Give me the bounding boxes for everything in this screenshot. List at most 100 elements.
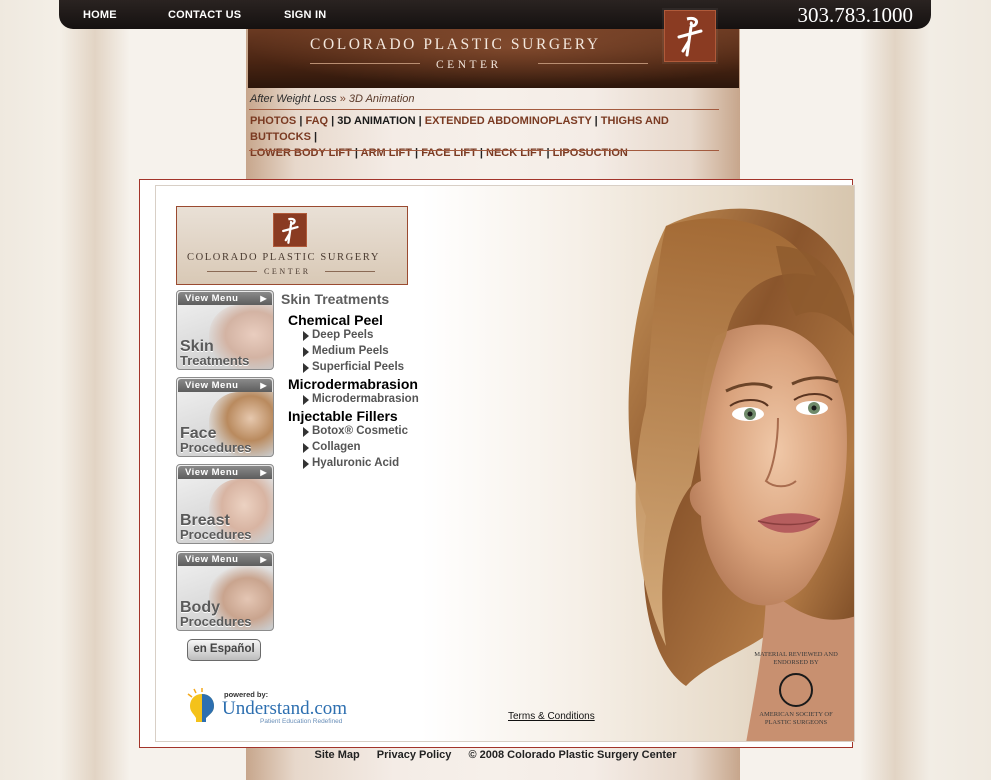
- category-skin-treatments-button[interactable]: View Menu ▶ Skin Treatments: [176, 290, 274, 370]
- category-label: Breast Procedures: [180, 513, 252, 542]
- category-word2: Procedures: [180, 527, 252, 542]
- subnav-bottom-divider: [249, 150, 719, 151]
- asps-seal-icon: [779, 673, 813, 707]
- view-menu-label: View Menu ▶: [178, 466, 272, 479]
- play-arrow-icon: [303, 331, 309, 341]
- subnav-3d-animation[interactable]: 3D ANIMATION: [337, 115, 415, 127]
- category-body-procedures-button[interactable]: View Menu ▶ Body Procedures: [176, 551, 274, 631]
- category-label: Skin Treatments: [180, 338, 250, 368]
- view-menu-text: View Menu: [185, 293, 239, 304]
- play-arrow-icon: [303, 459, 309, 469]
- panel-logo-mark-icon: [273, 213, 307, 247]
- subnav-liposuction[interactable]: LIPOSUCTION: [553, 147, 628, 159]
- menu-item-botox[interactable]: Botox® Cosmetic: [303, 425, 409, 437]
- panel-logo-title: COLORADO PLASTIC SURGERY: [187, 252, 381, 263]
- footer-privacy-link[interactable]: Privacy Policy: [377, 749, 452, 761]
- banner-subtitle: CENTER: [436, 59, 502, 71]
- subnav-neck-lift[interactable]: NECK LIFT: [486, 147, 543, 159]
- menu-item-deep-peels[interactable]: Deep Peels: [303, 329, 374, 341]
- category-word2: Procedures: [180, 440, 252, 455]
- subnav-face-lift[interactable]: FACE LIFT: [421, 147, 477, 159]
- subnav-separator: |: [418, 115, 422, 127]
- subnav-separator: |: [479, 147, 483, 159]
- subnav-top-divider: [249, 109, 719, 110]
- breadcrumb-parent-link[interactable]: After Weight Loss: [250, 93, 337, 105]
- nav-home-link[interactable]: HOME: [83, 9, 117, 21]
- menu-item-label: Microdermabrasion: [312, 393, 419, 405]
- play-arrow-icon: [303, 363, 309, 373]
- breadcrumb: After Weight Loss » 3D Animation: [250, 93, 415, 105]
- category-word2: Procedures: [180, 614, 252, 629]
- nav-contact-link[interactable]: CONTACT US: [168, 9, 241, 21]
- subnav-separator: |: [546, 147, 550, 159]
- panel-logo[interactable]: COLORADO PLASTIC SURGERY CENTER: [176, 206, 408, 285]
- menu-title: Skin Treatments: [281, 291, 390, 307]
- banner-title: COLORADO PLASTIC SURGERY: [310, 36, 601, 53]
- menu-item-hyaluronic-acid[interactable]: Hyaluronic Acid: [303, 457, 400, 469]
- category-label: Face Procedures: [180, 425, 252, 455]
- panel-logo-subtitle: CENTER: [264, 267, 311, 276]
- category-word1: Face: [180, 425, 217, 442]
- subnav-photos[interactable]: PHOTOS: [250, 115, 296, 127]
- subnav-separator: |: [594, 115, 598, 127]
- phone-number: 303.783.1000: [797, 3, 914, 27]
- subnav-separator: |: [354, 147, 358, 159]
- view-menu-label: View Menu ▶: [178, 553, 272, 566]
- understand-brand: Understand.com: [222, 698, 348, 719]
- subnav-separator: |: [313, 131, 318, 143]
- menu-item-medium-peels[interactable]: Medium Peels: [303, 345, 389, 357]
- banner-rule-left: [310, 63, 420, 64]
- menu-group-microdermabrasion[interactable]: Microdermabrasion: [288, 376, 418, 392]
- play-arrow-icon: [303, 395, 309, 405]
- view-menu-label: View Menu ▶: [178, 379, 272, 392]
- subnav-lower-body-lift[interactable]: LOWER BODY LIFT: [250, 147, 352, 159]
- top-navigation-bar: HOME CONTACT US SIGN IN 303.783.1000: [59, 0, 931, 29]
- view-menu-text: View Menu: [185, 380, 239, 391]
- menu-item-label: Collagen: [312, 441, 361, 453]
- category-word1: Skin: [180, 338, 214, 355]
- footer-sitemap-link[interactable]: Site Map: [315, 749, 360, 761]
- nav-signin-link[interactable]: SIGN IN: [284, 9, 326, 21]
- category-word2: Treatments: [180, 353, 250, 368]
- logo-mark-icon[interactable]: [664, 10, 716, 62]
- play-arrow-icon: ▶: [260, 294, 267, 303]
- subnav-faq[interactable]: FAQ: [305, 115, 328, 127]
- asps-bottom-text: AMERICAN SOCIETY OF PLASTIC SURGEONS: [759, 711, 833, 726]
- menu-group-chemical-peel[interactable]: Chemical Peel: [288, 312, 383, 328]
- menu-item-label: Hyaluronic Acid: [312, 457, 400, 469]
- view-menu-label: View Menu ▶: [178, 292, 272, 305]
- play-arrow-icon: [303, 347, 309, 357]
- menu-item-microdermabrasion[interactable]: Microdermabrasion: [303, 393, 419, 405]
- category-label: Body Procedures: [180, 599, 252, 629]
- subnav-arm-lift[interactable]: ARM LIFT: [361, 147, 412, 159]
- asps-top-text: MATERIAL REVIEWED AND ENDORSED BY: [754, 651, 838, 666]
- play-arrow-icon: ▶: [260, 381, 267, 390]
- banner-rule-right: [538, 63, 648, 64]
- breadcrumb-current: 3D Animation: [348, 93, 415, 105]
- view-menu-text: View Menu: [185, 467, 239, 478]
- menu-group-injectable-fillers[interactable]: Injectable Fillers: [288, 408, 398, 424]
- menu-item-collagen[interactable]: Collagen: [303, 441, 361, 453]
- understand-logo[interactable]: powered by: Understand.com Patient Educa…: [184, 686, 354, 726]
- category-breast-procedures-button[interactable]: View Menu ▶ Breast Procedures: [176, 464, 274, 544]
- terms-link[interactable]: Terms & Conditions: [508, 711, 595, 722]
- play-arrow-icon: [303, 443, 309, 453]
- view-menu-text: View Menu: [185, 554, 239, 565]
- subnav-separator: |: [299, 115, 303, 127]
- category-face-procedures-button[interactable]: View Menu ▶ Face Procedures: [176, 377, 274, 457]
- lightbulb-head-icon: [187, 688, 214, 722]
- menu-item-label: Deep Peels: [312, 329, 374, 341]
- subnav-separator: |: [415, 147, 419, 159]
- menu-item-superficial-peels[interactable]: Superficial Peels: [303, 361, 405, 373]
- subnav-extended-abdominoplasty[interactable]: EXTENDED ABDOMINOPLASTY: [425, 115, 592, 127]
- menu-item-label: Superficial Peels: [312, 361, 405, 373]
- panel-logo-rule-right: [325, 271, 375, 272]
- footer: Site Map Privacy Policy © 2008 Colorado …: [0, 749, 991, 761]
- espanol-button[interactable]: en Español: [187, 639, 261, 661]
- understand-tagline: Patient Education Redefined: [260, 718, 343, 725]
- category-word1: Body: [180, 599, 220, 616]
- footer-copyright: © 2008 Colorado Plastic Surgery Center: [468, 749, 677, 761]
- menu-item-label: Botox® Cosmetic: [312, 425, 409, 437]
- play-arrow-icon: [303, 427, 309, 437]
- subnav: PHOTOS | FAQ | 3D ANIMATION | EXTENDED A…: [250, 113, 725, 161]
